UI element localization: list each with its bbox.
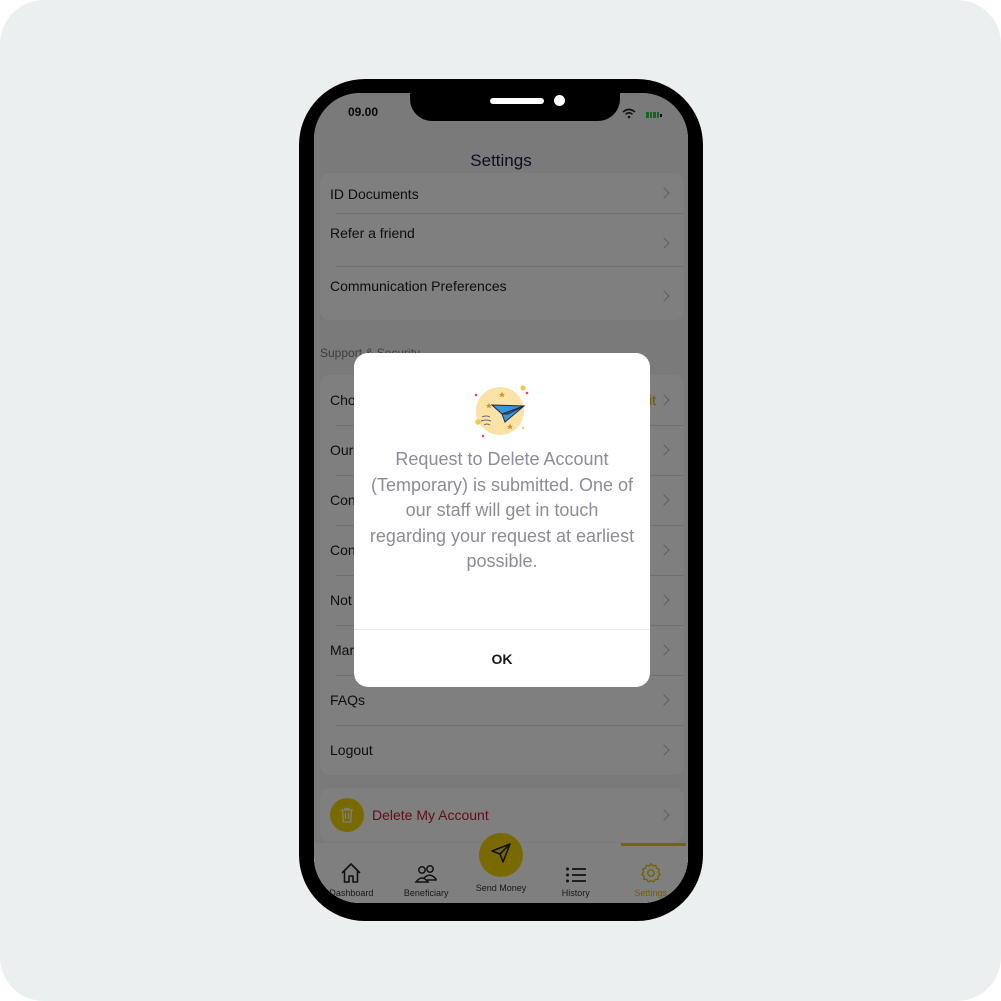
notch [410,93,620,121]
paper-plane-icon [472,381,532,446]
phone-screen: 09.00 Settings ID Documents Refer a frie… [314,93,688,903]
ok-button[interactable]: OK [354,630,650,687]
speaker [490,98,544,104]
confirmation-dialog: Request to Delete Account (Temporary) is… [354,353,650,687]
phone-frame: 09.00 Settings ID Documents Refer a frie… [299,79,703,921]
canvas-background: 09.00 Settings ID Documents Refer a frie… [0,0,1001,1001]
camera [554,95,565,106]
dialog-message: Request to Delete Account (Temporary) is… [369,449,635,571]
